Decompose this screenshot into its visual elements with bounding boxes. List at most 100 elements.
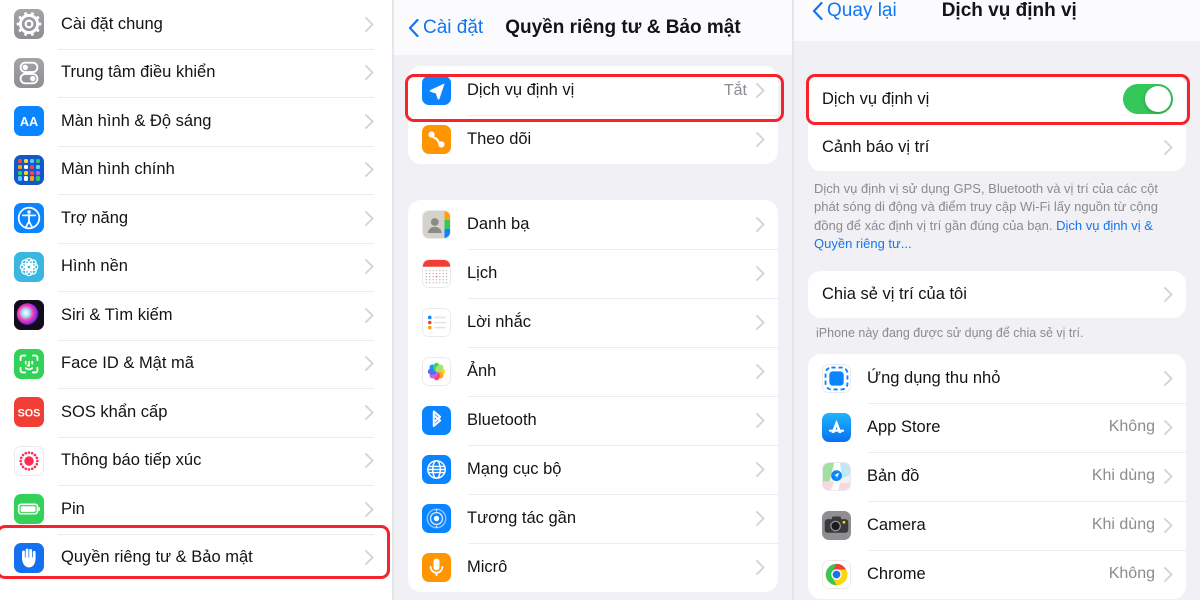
row-label: Siri & Tìm kiếm xyxy=(61,305,173,324)
row-label: Theo dõi xyxy=(467,130,532,148)
list-item[interactable]: Bản đồ Khi dùng xyxy=(808,451,1186,501)
app-store-icon xyxy=(822,412,851,442)
location-services-switch[interactable] xyxy=(1123,84,1173,114)
reminders-icon xyxy=(422,308,451,337)
middle-page-title: Quyền riêng tư & Bảo mật xyxy=(505,16,741,38)
chevron-right-icon xyxy=(1164,370,1173,386)
list-item[interactable]: Siri & Tìm kiếm xyxy=(0,291,392,340)
siri-icon xyxy=(14,300,44,331)
share-my-location-row[interactable]: Chia sẻ vị trí của tôi xyxy=(808,271,1186,318)
list-item[interactable]: Bluetooth xyxy=(408,396,778,445)
chevron-right-icon xyxy=(365,16,374,32)
settings-sidebar: Cài đặt chung Trung tâm điều khiển AA Mà… xyxy=(0,0,392,600)
list-item[interactable]: Hình nền xyxy=(0,242,392,292)
list-item[interactable]: Trung tâm điều khiển xyxy=(0,48,392,98)
chevron-right-icon xyxy=(1164,566,1173,582)
display-brightness-icon: AA xyxy=(14,106,44,137)
row-label: Danh bạ xyxy=(467,215,530,233)
list-item[interactable]: Mạng cục bộ xyxy=(408,445,778,494)
row-label: Trợ năng xyxy=(61,208,129,227)
row-label: Pin xyxy=(61,499,85,518)
svg-text:AA: AA xyxy=(20,115,38,129)
chevron-right-icon xyxy=(365,162,374,178)
privacy-security-pane: Cài đặt Quyền riêng tư & Bảo mật Dịch vụ… xyxy=(392,0,792,600)
chevron-right-icon xyxy=(1164,517,1173,533)
chevron-right-icon xyxy=(365,210,374,226)
location-alerts-row[interactable]: Cảnh báo vị trí xyxy=(808,124,1186,171)
privacy-hand-icon xyxy=(14,542,44,573)
row-label: Màn hình & Độ sáng xyxy=(61,111,212,130)
calendar-icon xyxy=(422,259,451,288)
list-item[interactable]: Màn hình chính xyxy=(0,145,392,195)
list-item[interactable]: Face ID & Mật mã xyxy=(0,339,392,389)
list-item[interactable]: Camera Khi dùng xyxy=(808,500,1186,550)
list-item[interactable]: Cài đặt chung xyxy=(0,0,392,49)
exposure-notification-icon xyxy=(14,445,44,476)
list-item[interactable]: Lời nhắc xyxy=(408,298,778,347)
list-item[interactable]: Tương tác gần xyxy=(408,494,778,543)
row-label: Tương tác gần xyxy=(467,509,577,527)
list-item[interactable]: Danh bạ xyxy=(408,200,778,249)
location-services-pane: Quay lại Dịch vụ định vị Dịch vụ định vị… xyxy=(792,0,1200,600)
app-clips-icon xyxy=(822,363,851,393)
chrome-icon xyxy=(822,559,851,589)
chevron-left-icon xyxy=(812,2,823,20)
right-nav-header: Quay lại Dịch vụ định vị xyxy=(794,0,1200,41)
home-screen-icon xyxy=(14,154,44,185)
face-id-icon xyxy=(14,348,44,379)
tracking-icon xyxy=(422,125,451,154)
row-label: Lịch xyxy=(467,264,498,282)
right-back-button[interactable]: Quay lại xyxy=(812,0,897,22)
location-services-group: Dịch vụ định vị Cảnh báo vị trí xyxy=(808,74,1186,171)
list-item[interactable]: Theo dõi xyxy=(408,115,778,164)
row-label: Bản đồ xyxy=(867,466,920,485)
row-label: Chrome xyxy=(867,564,926,583)
list-item[interactable]: Ảnh xyxy=(408,347,778,396)
chevron-right-icon xyxy=(1164,419,1173,435)
location-services-toggle-row[interactable]: Dịch vụ định vị xyxy=(808,74,1186,124)
location-services-description: Dịch vụ định vị sử dụng GPS, Bluetooth v… xyxy=(794,171,1200,254)
list-item[interactable]: Dịch vụ định vị Tắt xyxy=(408,66,778,115)
row-label: Trung tâm điều khiển xyxy=(61,63,216,82)
list-item[interactable]: Micrô xyxy=(408,543,778,592)
row-label: Face ID & Mật mã xyxy=(61,354,194,373)
list-item[interactable]: Thông báo tiếp xúc xyxy=(0,436,392,486)
settings-three-pane-screen: Cài đặt chung Trung tâm điều khiển AA Mà… xyxy=(0,0,1200,600)
right-page-title: Dịch vụ định vị xyxy=(941,0,1077,21)
chevron-right-icon xyxy=(1164,468,1173,484)
chevron-right-icon xyxy=(1164,286,1173,302)
chevron-right-icon xyxy=(756,462,765,477)
list-item[interactable]: SOS SOS khẩn cấp xyxy=(0,388,392,437)
row-label: Ảnh xyxy=(467,362,497,380)
list-item[interactable]: Quyền riêng tư & Bảo mật xyxy=(0,533,392,583)
sos-icon: SOS xyxy=(14,397,44,428)
row-label: Cài đặt chung xyxy=(61,14,163,33)
middle-nav-header: Cài đặt Quyền riêng tư & Bảo mật xyxy=(394,0,792,55)
chevron-right-icon xyxy=(756,217,765,232)
row-label: SOS khẩn cấp xyxy=(61,402,168,421)
row-value: Không xyxy=(1108,565,1155,583)
svg-text:SOS: SOS xyxy=(18,408,41,420)
photos-icon xyxy=(422,357,451,386)
middle-back-button[interactable]: Cài đặt xyxy=(408,17,483,39)
switch-knob xyxy=(1145,86,1171,112)
control-center-icon xyxy=(14,57,44,88)
microphone-icon xyxy=(422,553,451,582)
list-item[interactable]: Trợ năng xyxy=(0,194,392,243)
list-item[interactable]: Chrome Không xyxy=(808,549,1186,599)
list-item[interactable]: App Store Không xyxy=(808,402,1186,452)
list-item[interactable]: Ứng dụng thu nhỏ xyxy=(808,354,1186,403)
row-label: Bluetooth xyxy=(467,411,537,429)
nearby-interactions-icon xyxy=(422,504,451,533)
chevron-right-icon xyxy=(756,266,765,281)
list-item[interactable]: Lịch xyxy=(408,249,778,298)
location-app-permissions-group: Ứng dụng thu nhỏ App Store Không Bản đồ … xyxy=(808,353,1186,599)
bluetooth-icon xyxy=(422,406,451,435)
chevron-right-icon xyxy=(365,453,374,469)
chevron-right-icon xyxy=(365,550,374,566)
list-item[interactable]: Pin xyxy=(0,485,392,534)
location-tracking-group: Dịch vụ định vị Tắt Theo dõi xyxy=(408,66,778,164)
accessibility-icon xyxy=(14,203,44,234)
row-label: Thông báo tiếp xúc xyxy=(61,451,202,470)
list-item[interactable]: AA Màn hình & Độ sáng xyxy=(0,97,392,146)
